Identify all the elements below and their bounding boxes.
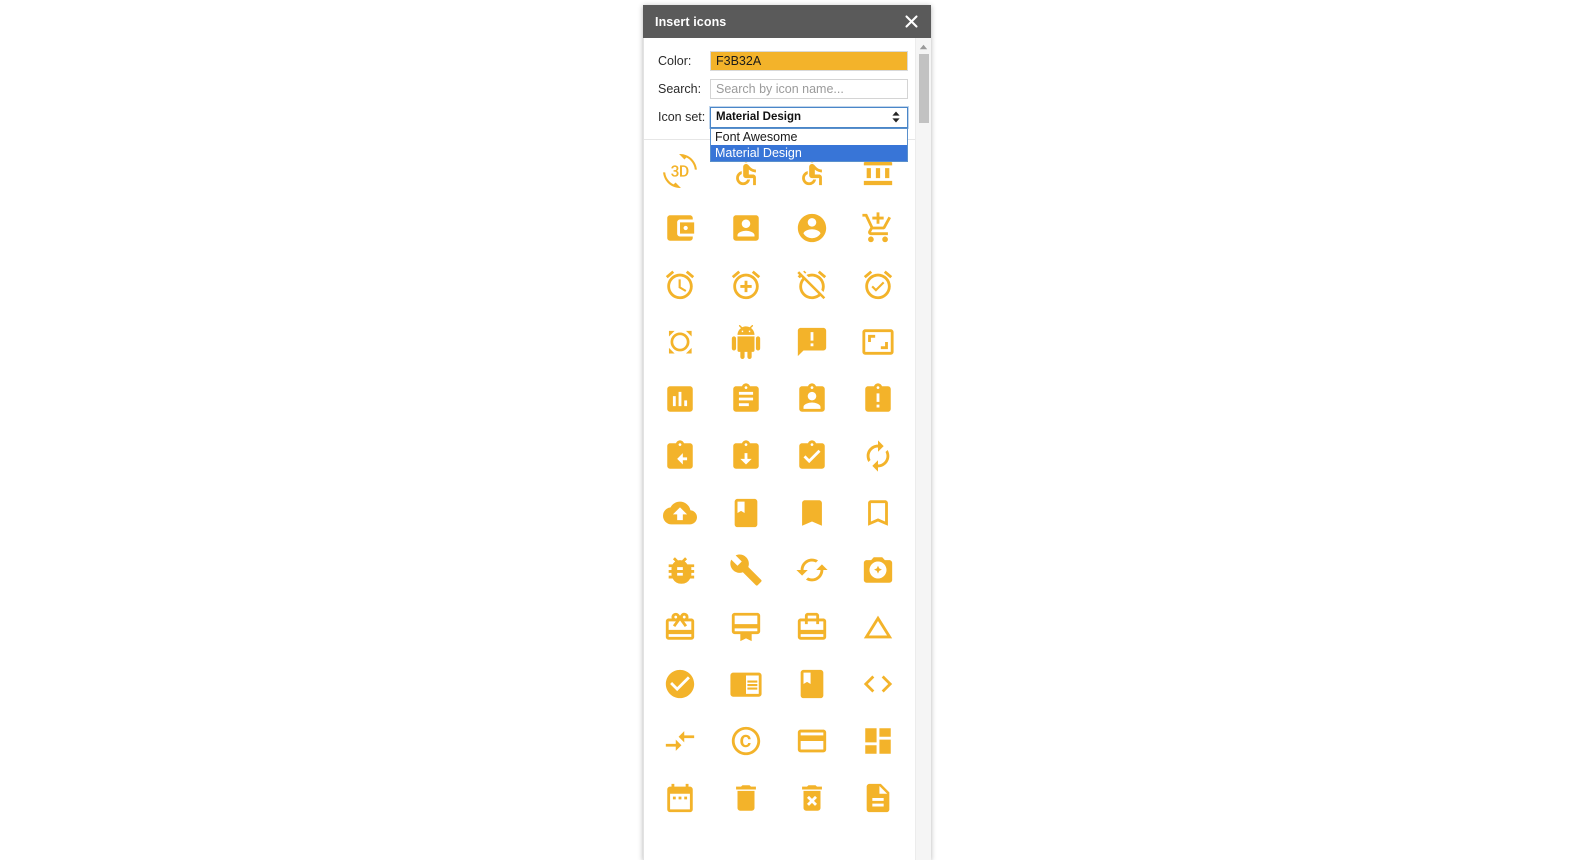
scrollbar-track[interactable]	[916, 123, 931, 860]
icon-cell-account-circle[interactable]	[779, 199, 845, 256]
icon-cell-camera-enhance[interactable]	[845, 541, 911, 598]
icon-cell-all-out[interactable]	[647, 313, 713, 370]
icon-cell-3d-rotation[interactable]	[647, 142, 713, 199]
scrollbar-thumb[interactable]	[919, 54, 929, 123]
dropdown-option-material-design[interactable]: Material Design	[711, 144, 907, 161]
icon-cell-card-travel[interactable]	[779, 598, 845, 655]
icon-cell-bookmark[interactable]	[779, 484, 845, 541]
icon-cell-cached[interactable]	[779, 541, 845, 598]
icon-set-selected-value: Material Design	[716, 111, 801, 123]
icon-cell-build[interactable]	[713, 541, 779, 598]
color-row: Color: F3B32A	[644, 47, 916, 75]
icon-cell-delete[interactable]	[713, 769, 779, 826]
icon-cell-assignment-return[interactable]	[647, 427, 713, 484]
search-label: Search:	[658, 82, 702, 96]
icon-cell-assignment-late[interactable]	[845, 370, 911, 427]
insert-icons-dialog: Insert icons Color: F3B32A Search: Searc…	[643, 5, 931, 860]
icon-cell-partial-2[interactable]	[713, 826, 779, 835]
icon-cell-bookmark-border[interactable]	[845, 484, 911, 541]
color-input[interactable]: F3B32A	[710, 51, 908, 71]
icon-cell-account-balance-wallet[interactable]	[647, 199, 713, 256]
color-label: Color:	[658, 54, 692, 68]
icon-cell-check-circle[interactable]	[647, 655, 713, 712]
search-input[interactable]: Search by icon name...	[710, 79, 908, 99]
icon-cell-account-box[interactable]	[713, 199, 779, 256]
icon-cell-aspect-ratio[interactable]	[845, 313, 911, 370]
icon-cell-copyright[interactable]	[713, 712, 779, 769]
dropdown-option-font-awesome[interactable]: Font Awesome	[711, 129, 907, 145]
icon-cell-assignment-turned-in[interactable]	[779, 427, 845, 484]
search-row: Search: Search by icon name...	[644, 75, 916, 103]
screen: Insert icons Color: F3B32A Search: Searc…	[0, 0, 1579, 860]
icon-options-form: Color: F3B32A Search: Search by icon nam…	[644, 38, 916, 162]
icon-grid-scrollbar[interactable]	[915, 38, 931, 860]
dialog-title: Insert icons	[655, 14, 727, 29]
icon-set-select-wrap: Material Design Font Awesome Material De…	[710, 106, 908, 162]
icon-cell-autorenew[interactable]	[845, 427, 911, 484]
icon-cell-assignment-ind[interactable]	[779, 370, 845, 427]
icon-cell-delete-forever[interactable]	[779, 769, 845, 826]
icon-cell-dns[interactable]	[647, 826, 713, 835]
icon-set-dropdown: Font Awesome Material Design	[710, 127, 908, 162]
icon-set-label: Icon set:	[658, 110, 706, 124]
icon-cell-done-all[interactable]	[845, 826, 911, 835]
icon-cell-assessment[interactable]	[647, 370, 713, 427]
icon-cell-alarm[interactable]	[647, 256, 713, 313]
icon-grid	[644, 140, 916, 835]
icon-cell-change-history[interactable]	[845, 598, 911, 655]
icon-cell-backup[interactable]	[647, 484, 713, 541]
dialog-titlebar: Insert icons	[643, 5, 931, 38]
icon-cell-book[interactable]	[713, 484, 779, 541]
icon-cell-code[interactable]	[845, 655, 911, 712]
icon-cell-date-range[interactable]	[647, 769, 713, 826]
icon-cell-bug-report[interactable]	[647, 541, 713, 598]
icon-cell-alarm-add[interactable]	[713, 256, 779, 313]
scroll-up-arrow-icon[interactable]	[916, 40, 931, 53]
icon-cell-card-giftcard[interactable]	[647, 598, 713, 655]
icon-cell-assignment-returned[interactable]	[713, 427, 779, 484]
icon-grid-scroll-area	[644, 140, 916, 835]
icon-set-row: Icon set: Material Design Font Awesome M…	[644, 103, 916, 162]
icon-cell-card-membership[interactable]	[713, 598, 779, 655]
chevron-updown-icon	[891, 110, 901, 124]
dialog-body: Color: F3B32A Search: Search by icon nam…	[643, 38, 931, 860]
icon-cell-alarm-on[interactable]	[845, 256, 911, 313]
close-icon[interactable]	[901, 12, 921, 32]
icon-cell-alarm-off[interactable]	[779, 256, 845, 313]
icon-cell-description[interactable]	[845, 769, 911, 826]
icon-cell-chrome-reader-mode[interactable]	[713, 655, 779, 712]
icon-set-select[interactable]: Material Design	[710, 106, 908, 128]
icon-cell-add-shopping-cart[interactable]	[845, 199, 911, 256]
icon-cell-dashboard[interactable]	[845, 712, 911, 769]
icon-cell-credit-card[interactable]	[779, 712, 845, 769]
icon-cell-partial-3[interactable]	[779, 826, 845, 835]
icon-cell-announcement[interactable]	[779, 313, 845, 370]
icon-cell-class[interactable]	[779, 655, 845, 712]
icon-cell-android[interactable]	[713, 313, 779, 370]
icon-cell-assignment[interactable]	[713, 370, 779, 427]
icon-cell-compare-arrows[interactable]	[647, 712, 713, 769]
